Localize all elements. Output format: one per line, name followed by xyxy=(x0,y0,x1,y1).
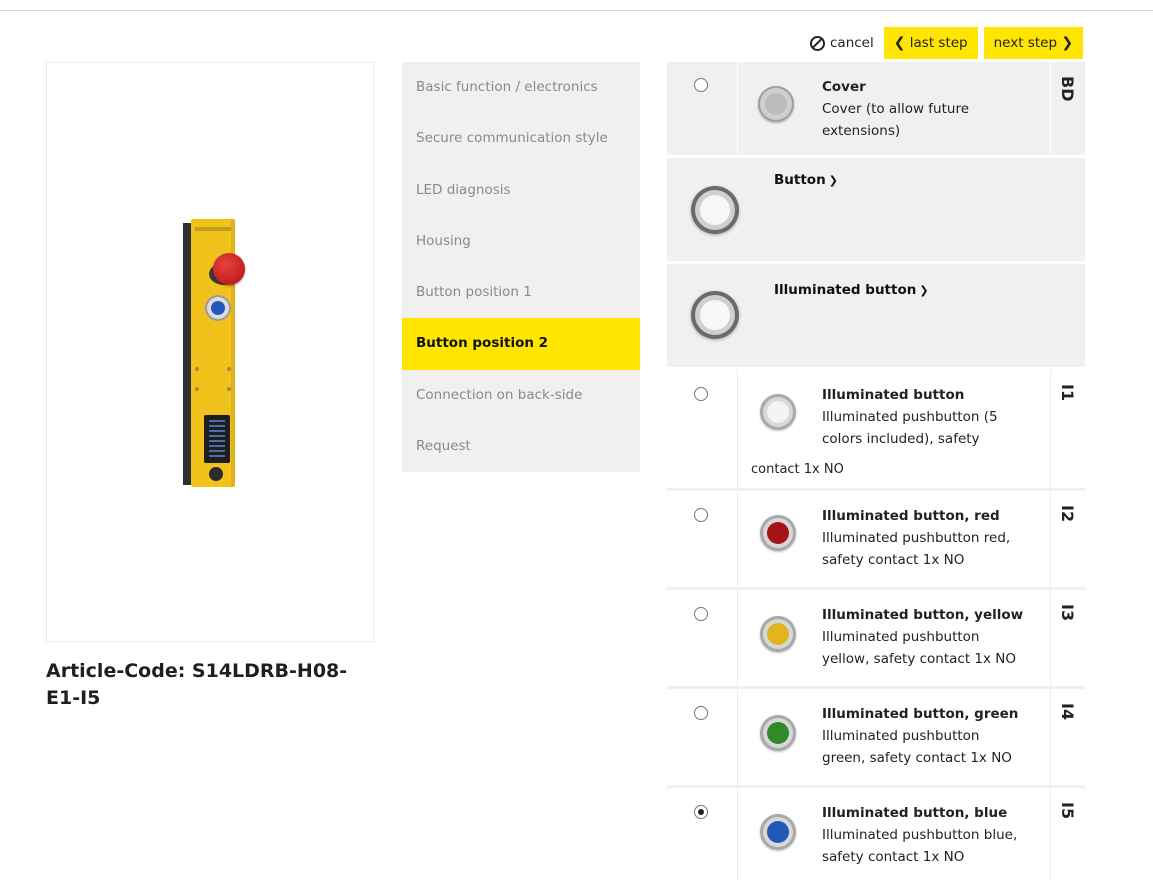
device-blue-button xyxy=(205,295,231,321)
radio-i1[interactable] xyxy=(694,387,708,401)
group-button[interactable]: Button ❯ xyxy=(667,158,1085,264)
top-divider xyxy=(0,10,1153,11)
option-description-line: Illuminated pushbutton blue, xyxy=(822,827,1018,843)
chevron-down-icon: ❯ xyxy=(919,284,929,297)
emergency-stop-button xyxy=(213,253,245,285)
yellow-lamp-icon xyxy=(760,616,796,652)
option-title: Illuminated button, red xyxy=(822,508,1000,524)
option-description-line: safety contact 1x NO xyxy=(822,552,965,568)
chevron-right-icon: ❯ xyxy=(1061,35,1074,51)
option-title: Illuminated button, green xyxy=(822,706,1019,722)
option-description-line: green, safety contact 1x NO xyxy=(822,750,1012,766)
radio-i2[interactable] xyxy=(694,508,708,522)
group-label: Illuminated button xyxy=(774,282,917,298)
screw-icon xyxy=(195,387,199,391)
option-i3[interactable]: Illuminated button, yellow Illuminated p… xyxy=(667,590,1085,689)
next-step-label: next step xyxy=(993,35,1058,51)
option-title: Illuminated button xyxy=(822,387,965,403)
option-description: Cover (to allow future extensions) xyxy=(822,101,970,139)
product-image xyxy=(183,219,245,487)
divider xyxy=(737,689,738,785)
last-step-label: last step xyxy=(909,35,968,51)
product-image-panel xyxy=(46,62,374,642)
option-i4[interactable]: Illuminated button, green Illuminated pu… xyxy=(667,689,1085,788)
option-description-line: Illuminated pushbutton red, xyxy=(822,530,1011,546)
option-title: Illuminated button, yellow xyxy=(822,607,1024,623)
divider xyxy=(737,370,738,488)
cancel-button[interactable]: cancel xyxy=(800,27,884,59)
device-connector xyxy=(209,467,223,481)
option-i1[interactable]: Illuminated button Illuminated pushbutto… xyxy=(667,370,1085,491)
red-lamp-icon xyxy=(760,515,796,551)
last-step-button[interactable]: ❮ last step xyxy=(883,27,978,59)
wizard-actions: cancel ❮ last step next step ❯ xyxy=(800,27,1084,59)
option-code: I3 xyxy=(1058,604,1077,622)
option-code: BD xyxy=(1058,76,1077,102)
step-button-position-1[interactable]: Button position 1 xyxy=(402,267,640,318)
group-button-toggle[interactable]: Button ❯ xyxy=(774,172,838,188)
step-navigation: Basic function / electronics Secure comm… xyxy=(402,62,640,472)
option-description-line: Illuminated pushbutton (5 xyxy=(822,409,998,425)
screw-icon xyxy=(227,367,231,371)
option-i5[interactable]: Illuminated button, blue Illuminated pus… xyxy=(667,788,1085,880)
option-title: Illuminated button, blue xyxy=(822,805,1008,821)
cover-icon xyxy=(758,86,794,122)
group-illuminated-button-toggle[interactable]: Illuminated button ❯ xyxy=(774,282,929,298)
screw-icon xyxy=(195,367,199,371)
radio-i4[interactable] xyxy=(694,706,708,720)
screw-icon xyxy=(227,387,231,391)
step-housing[interactable]: Housing xyxy=(402,216,640,267)
option-description-tail: contact 1x NO xyxy=(751,462,844,477)
step-basic-function[interactable]: Basic function / electronics xyxy=(402,62,640,113)
option-description-line: yellow, safety contact 1x NO xyxy=(822,651,1017,667)
option-cover[interactable]: Cover Cover (to allow future extensions)… xyxy=(667,62,1085,158)
divider xyxy=(737,590,738,686)
group-label: Button xyxy=(774,172,826,188)
option-description-line: Illuminated pushbutton xyxy=(822,629,980,645)
step-communication-style[interactable]: Secure communication style xyxy=(402,113,640,164)
illuminated-button-icon xyxy=(760,394,796,430)
blue-lamp-icon xyxy=(760,814,796,850)
led-diagnosis-display xyxy=(204,415,230,463)
radio-cover[interactable] xyxy=(694,78,708,92)
option-i2[interactable]: Illuminated button, red Illuminated push… xyxy=(667,491,1085,590)
divider xyxy=(737,788,738,880)
device-label xyxy=(195,227,231,231)
cancel-label: cancel xyxy=(830,35,874,51)
step-connection-back-side[interactable]: Connection on back-side xyxy=(402,370,640,421)
option-description-line: Illuminated pushbutton xyxy=(822,728,980,744)
divider xyxy=(737,62,738,155)
chevron-down-icon: ❯ xyxy=(828,174,838,187)
radio-i3[interactable] xyxy=(694,607,708,621)
group-illuminated-button[interactable]: Illuminated button ❯ xyxy=(667,264,1085,370)
radio-cell xyxy=(667,62,737,155)
option-code-cell: BD xyxy=(1051,62,1085,155)
step-request[interactable]: Request xyxy=(402,421,640,472)
next-step-button[interactable]: next step ❯ xyxy=(983,27,1084,59)
article-code: Article-Code: S14LDRB-H08-E1-I5 xyxy=(46,660,348,709)
radio-i5[interactable] xyxy=(694,805,708,819)
option-code: I1 xyxy=(1058,384,1077,402)
option-description-line: safety contact 1x NO xyxy=(822,849,965,865)
option-code: I2 xyxy=(1058,505,1077,523)
option-description-line: colors included), safety xyxy=(822,431,980,447)
step-led-diagnosis[interactable]: LED diagnosis xyxy=(402,165,640,216)
options-list: Cover Cover (to allow future extensions)… xyxy=(667,62,1085,880)
option-title: Cover xyxy=(822,79,866,95)
step-button-position-2[interactable]: Button position 2 xyxy=(402,318,640,370)
cancel-icon xyxy=(810,35,825,51)
option-code: I4 xyxy=(1058,703,1077,721)
option-code: I5 xyxy=(1058,802,1077,820)
chevron-left-icon: ❮ xyxy=(893,35,906,51)
divider xyxy=(737,491,738,587)
button-icon xyxy=(691,186,739,234)
green-lamp-icon xyxy=(760,715,796,751)
illuminated-button-icon xyxy=(691,291,739,339)
